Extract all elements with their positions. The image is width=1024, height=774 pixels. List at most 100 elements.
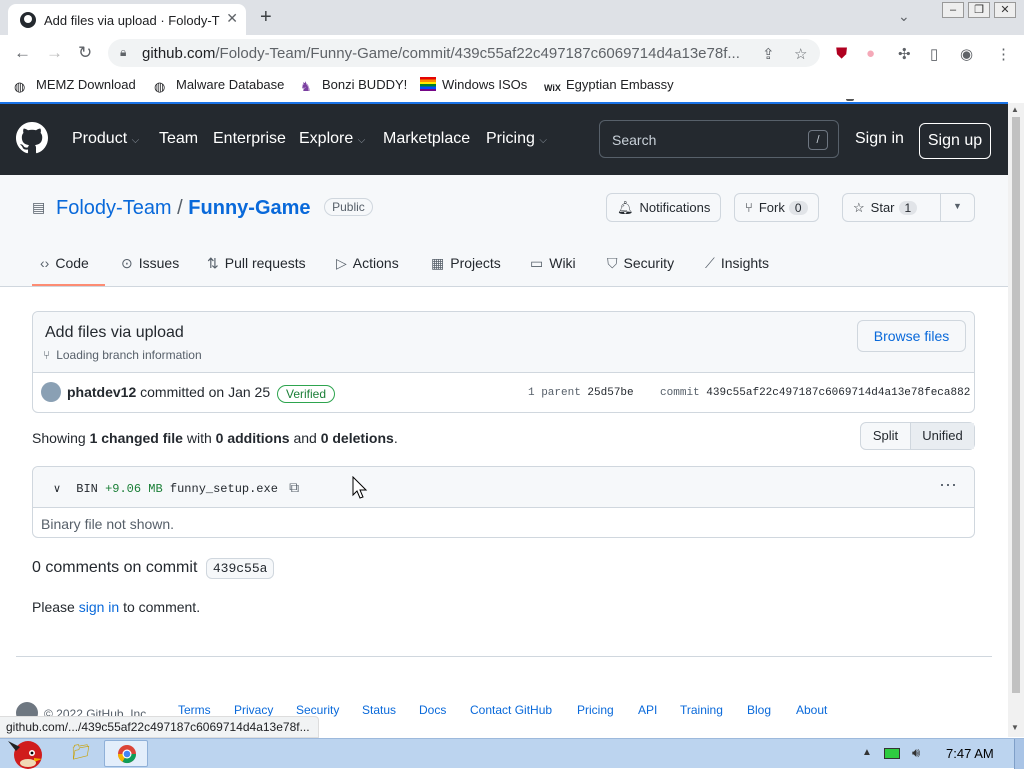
footer-link[interactable]: Training: [680, 703, 723, 717]
profile-avatar-icon[interactable]: ◉: [960, 45, 973, 63]
commit-author-line: phatdev12 committed on Jan 25: [67, 384, 271, 400]
tab-issues[interactable]: ⊙ Issues: [121, 255, 179, 272]
copy-icon[interactable]: ⧉: [289, 480, 299, 496]
nav-marketplace[interactable]: Marketplace: [383, 130, 470, 148]
footer-link[interactable]: Terms: [178, 703, 211, 717]
more-options-icon[interactable]: ⋯: [939, 475, 957, 496]
share-icon[interactable]: ⇪: [762, 45, 775, 63]
bookmark-item[interactable]: ♞ Bonzi BUDDY!: [300, 77, 407, 94]
star-icon: ☆: [853, 200, 865, 215]
shield-icon: ⛉: [607, 255, 618, 271]
file-info: ∨ BIN +9.06 MB funny_setup.exe ⧉: [53, 480, 299, 496]
bookmark-item[interactable]: WiX Egyptian Embassy: [544, 77, 674, 97]
footer-link[interactable]: Blog: [747, 703, 771, 717]
parent-sha-link[interactable]: 25d57be: [587, 387, 633, 399]
browser-tab-strip: Add files via upload · Folody-T ✕ + ⌄ – …: [0, 0, 1024, 35]
sign-up-button[interactable]: Sign up: [919, 123, 991, 159]
bookmark-item[interactable]: ◍ MEMZ Download: [14, 77, 136, 94]
scroll-up-icon[interactable]: ▲: [1011, 105, 1019, 114]
sign-in-link[interactable]: Sign in: [855, 130, 904, 148]
reload-icon[interactable]: ↻: [78, 43, 92, 63]
tab-code[interactable]: ‹› Code: [40, 255, 89, 271]
bookmark-star-icon[interactable]: ☆: [794, 45, 807, 63]
unified-view-button[interactable]: Unified: [911, 423, 974, 449]
footer-link[interactable]: API: [638, 703, 657, 717]
star-dropdown-caret-icon[interactable]: ▼: [953, 201, 962, 211]
forward-arrow-icon[interactable]: →: [46, 43, 63, 63]
scrollbar-thumb[interactable]: [1012, 117, 1020, 693]
volume-icon[interactable]: 🔊︎: [912, 745, 920, 761]
star-button[interactable]: ☆ Star 1 ▼: [842, 193, 975, 222]
page-scrollbar[interactable]: ▲ ▼: [1008, 103, 1024, 737]
fork-button[interactable]: ⑂ Fork 0: [734, 193, 819, 222]
menu-kebab-icon[interactable]: ⋮: [996, 45, 1011, 63]
pride-extension-icon[interactable]: ●: [866, 45, 875, 62]
search-placeholder: Search: [612, 132, 657, 148]
avatar[interactable]: [41, 382, 61, 402]
bookmark-item[interactable]: Windows ISOs: [420, 77, 527, 92]
browse-files-button[interactable]: Browse files: [857, 320, 966, 352]
footer-link[interactable]: Pricing: [577, 703, 614, 717]
verified-badge[interactable]: Verified: [277, 385, 336, 403]
tab-insights[interactable]: ⟋ Insights: [705, 255, 769, 272]
file-name-link[interactable]: funny_setup.exe: [170, 482, 278, 496]
chrome-taskbar-button[interactable]: [104, 740, 148, 767]
maximize-icon[interactable]: ❐: [968, 2, 990, 18]
browser-tab[interactable]: Add files via upload · Folody-T ✕: [8, 4, 246, 35]
side-panel-icon[interactable]: ▯: [930, 45, 938, 63]
repo-name-link[interactable]: Funny-Game: [188, 197, 310, 219]
tab-close-icon[interactable]: ✕: [226, 10, 238, 27]
notifications-button[interactable]: 🔔︎ Notifications: [606, 193, 722, 222]
changed-files-link[interactable]: 1 changed file: [90, 430, 183, 446]
nav-enterprise[interactable]: Enterprise: [213, 130, 286, 148]
nav-product[interactable]: Product ⌵: [72, 130, 139, 148]
split-view-button[interactable]: Split: [861, 423, 911, 449]
repo-owner-link[interactable]: Folody-Team: [56, 197, 172, 219]
angry-bird-start-icon[interactable]: [6, 731, 46, 769]
show-desktop-button[interactable]: [1014, 739, 1024, 769]
tab-search-icon[interactable]: ⌄: [898, 8, 910, 25]
footer-link[interactable]: Status: [362, 703, 396, 717]
tab-pull-requests[interactable]: ⇅ Pull requests: [207, 255, 306, 272]
tab-wiki[interactable]: ▭ Wiki: [530, 255, 576, 272]
footer-link[interactable]: About: [796, 703, 827, 717]
tab-projects[interactable]: ▦ Projects: [431, 255, 501, 272]
binary-file-note: Binary file not shown.: [41, 516, 175, 532]
footer-link[interactable]: Contact GitHub: [470, 703, 552, 717]
ublock-extension-icon[interactable]: ⛊: [836, 45, 847, 62]
footer-link[interactable]: Docs: [419, 703, 446, 717]
footer-link[interactable]: Security: [296, 703, 339, 717]
window-close-icon[interactable]: ✕: [994, 2, 1016, 18]
tab-security[interactable]: ⛉ Security: [607, 255, 674, 272]
book-icon: ▭: [530, 255, 544, 271]
nav-explore[interactable]: Explore ⌵: [299, 130, 365, 148]
chevron-down-icon: ⌵: [539, 135, 547, 146]
nav-pricing[interactable]: Pricing ⌵: [486, 130, 547, 148]
sign-in-link[interactable]: sign in: [79, 599, 119, 615]
search-input[interactable]: Search /: [599, 120, 839, 158]
nav-team[interactable]: Team: [159, 130, 198, 148]
file-diff: ∨ BIN +9.06 MB funny_setup.exe ⧉ ⋯ Binar…: [32, 466, 975, 538]
footer-link[interactable]: Privacy: [234, 703, 273, 717]
fork-count: 0: [788, 201, 808, 215]
minimize-icon[interactable]: –: [942, 2, 964, 18]
author-link[interactable]: phatdev12: [67, 384, 136, 400]
file-explorer-icon[interactable]: 📁︎: [64, 743, 98, 767]
tab-actions[interactable]: ▷ Actions: [336, 255, 399, 272]
back-arrow-icon[interactable]: ←: [14, 43, 31, 63]
scroll-down-icon[interactable]: ▼: [1011, 723, 1019, 732]
code-icon: ‹›: [40, 255, 50, 271]
github-logo-icon[interactable]: [16, 122, 48, 159]
taskbar-clock[interactable]: 7:47 AM: [946, 746, 994, 761]
chevron-down-icon[interactable]: ∨: [53, 484, 61, 496]
comments-heading: 0 comments on commit 439c55a: [32, 558, 275, 579]
url-path: /Folody-Team/Funny-Game/commit/439c55af2…: [215, 45, 740, 62]
address-bar[interactable]: 🔒︎ github.com/Folody-Team/Funny-Game/com…: [108, 39, 820, 67]
battery-icon[interactable]: [884, 748, 900, 759]
visibility-badge: Public: [324, 198, 373, 216]
tray-expand-icon[interactable]: ▲: [862, 747, 872, 758]
bookmark-item[interactable]: ◍ Malware Database: [154, 77, 284, 94]
new-tab-icon[interactable]: +: [260, 6, 272, 29]
branch-icon: ⑂: [43, 348, 51, 362]
extensions-puzzle-icon[interactable]: ✣: [898, 45, 911, 63]
